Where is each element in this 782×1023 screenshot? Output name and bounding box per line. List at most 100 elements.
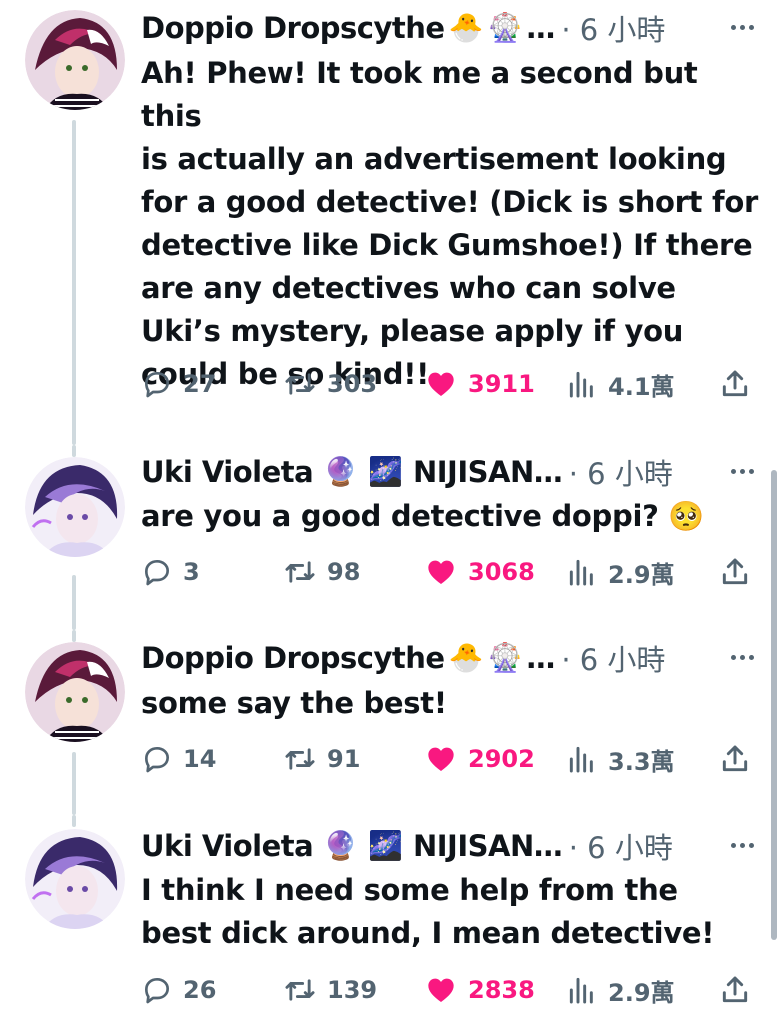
text-line: some say the best!: [141, 686, 447, 720]
views-button[interactable]: 3.3萬: [566, 739, 675, 779]
post-header: Doppio Dropscythe 🐣 🎡 … · 6 小時: [141, 638, 762, 678]
post-header: Doppio Dropscythe 🐣 🎡 … · 6 小時: [141, 8, 762, 48]
milky-way-emoji: 🌌: [368, 455, 403, 488]
reply-icon: [145, 372, 169, 398]
reply-icon: [145, 560, 169, 586]
avatar[interactable]: [25, 457, 125, 557]
post[interactable]: Uki Violeta 🔮 🌌 NIJISAN … · 6 小時 I think…: [0, 815, 782, 1023]
share-button[interactable]: [719, 739, 751, 779]
heart-icon: [428, 747, 454, 771]
like-button[interactable]: 2838: [424, 970, 535, 1010]
reply-icon: [145, 978, 169, 1004]
text-line: are you a good detective doppi? 🥺: [141, 499, 705, 533]
reply-button[interactable]: 27: [141, 364, 216, 404]
action-bar: 27 303 3911 4.1萬: [141, 364, 766, 404]
author-name-extra[interactable]: NIJISAN: [413, 829, 534, 863]
text-line: Uki’s mystery, please apply if you: [141, 314, 684, 348]
scrollbar[interactable]: [771, 470, 777, 940]
views-icon: [569, 977, 593, 1004]
avatar[interactable]: [25, 10, 125, 110]
like-count: 2838: [468, 976, 535, 1004]
views-icon: [569, 559, 593, 586]
crystal-ball-emoji: 🔮: [323, 829, 359, 862]
chick-emoji: 🐣: [448, 641, 484, 674]
views-count: 3.3萬: [608, 747, 675, 776]
repost-icon: [285, 748, 315, 770]
thread-line: [72, 445, 76, 457]
post[interactable]: Doppio Dropscythe 🐣 🎡 … · 6 小時 some say …: [0, 630, 782, 815]
views-button[interactable]: 2.9萬: [566, 552, 675, 592]
share-icon: [722, 558, 748, 585]
like-count: 2902: [468, 745, 535, 773]
reply-count: 3: [183, 558, 200, 586]
avatar[interactable]: [25, 829, 125, 929]
share-icon: [722, 745, 748, 772]
views-button[interactable]: 4.1萬: [566, 364, 675, 404]
ferris-wheel-emoji: 🎡: [487, 641, 523, 674]
name-ellipsis: …: [533, 829, 563, 863]
post-header: Uki Violeta 🔮 🌌 NIJISAN … · 6 小時: [141, 826, 762, 866]
repost-button[interactable]: 139: [283, 970, 377, 1010]
repost-count: 303: [327, 370, 378, 398]
repost-button[interactable]: 91: [283, 739, 360, 779]
share-button[interactable]: [719, 552, 751, 592]
text-line: I think I need some help from the: [141, 873, 678, 907]
like-button[interactable]: 3068: [424, 552, 535, 592]
author-name[interactable]: Uki Violeta: [141, 829, 314, 863]
thread-line: [72, 630, 76, 642]
text-line: best dick around, I mean detective!: [141, 916, 715, 950]
avatar[interactable]: [25, 642, 125, 742]
post[interactable]: Uki Violeta 🔮 🌌 NIJISAN … · 6 小時 are you…: [0, 445, 782, 630]
author-name[interactable]: Doppio Dropscythe: [141, 11, 445, 45]
like-button[interactable]: 3911: [424, 364, 535, 404]
crystal-ball-emoji: 🔮: [323, 455, 359, 488]
text-line: detective like Dick Gumshoe!) If there: [141, 228, 753, 262]
views-count: 2.9萬: [608, 978, 675, 1007]
views-icon: [569, 371, 593, 398]
timestamp[interactable]: · 6 小時: [561, 7, 665, 49]
repost-button[interactable]: 303: [283, 364, 377, 404]
timestamp[interactable]: · 6 小時: [569, 451, 673, 493]
timestamp[interactable]: · 6 小時: [569, 825, 673, 867]
text-line: are any detectives who can solve: [141, 271, 676, 305]
share-icon: [722, 976, 748, 1003]
post-header: Uki Violeta 🔮 🌌 NIJISAN … · 6 小時: [141, 452, 762, 492]
thread-line: [72, 120, 76, 445]
more-icon[interactable]: [722, 830, 762, 860]
reply-button[interactable]: 26: [141, 970, 216, 1010]
views-button[interactable]: 2.9萬: [566, 970, 675, 1010]
heart-icon: [428, 560, 454, 584]
action-bar: 3 98 3068 2.9萬: [141, 552, 766, 592]
author-name-extra[interactable]: NIJISAN: [413, 455, 534, 489]
reply-button[interactable]: 14: [141, 739, 216, 779]
ferris-wheel-emoji: 🎡: [487, 11, 523, 44]
reply-count: 27: [183, 370, 217, 398]
timestamp[interactable]: · 6 小時: [561, 637, 665, 679]
like-count: 3068: [468, 558, 535, 586]
post-text: some say the best!: [141, 682, 761, 725]
text-line: for a good detective! (Dick is short for: [141, 185, 758, 219]
like-button[interactable]: 2902: [424, 739, 535, 779]
share-button[interactable]: [719, 970, 751, 1010]
action-bar: 14 91 2902 3.3萬: [141, 739, 766, 779]
views-count: 2.9萬: [608, 560, 675, 589]
milky-way-emoji: 🌌: [368, 829, 403, 862]
more-icon[interactable]: [722, 642, 762, 672]
views-count: 4.1萬: [608, 372, 675, 401]
repost-count: 98: [327, 558, 361, 586]
repost-button[interactable]: 98: [283, 552, 360, 592]
like-count: 3911: [468, 370, 535, 398]
author-name[interactable]: Uki Violeta: [141, 455, 314, 489]
author-name[interactable]: Doppio Dropscythe: [141, 641, 445, 675]
share-button[interactable]: [719, 364, 751, 404]
repost-count: 139: [327, 976, 378, 1004]
more-icon[interactable]: [722, 12, 762, 42]
post[interactable]: Doppio Dropscythe 🐣 🎡 … · 6 小時 Ah! Phew!…: [0, 0, 782, 445]
name-ellipsis: …: [526, 641, 556, 675]
reply-count: 14: [183, 745, 217, 773]
share-icon: [722, 370, 748, 397]
more-icon[interactable]: [722, 456, 762, 486]
repost-icon: [285, 561, 315, 583]
reply-count: 26: [183, 976, 217, 1004]
reply-button[interactable]: 3: [141, 552, 200, 592]
